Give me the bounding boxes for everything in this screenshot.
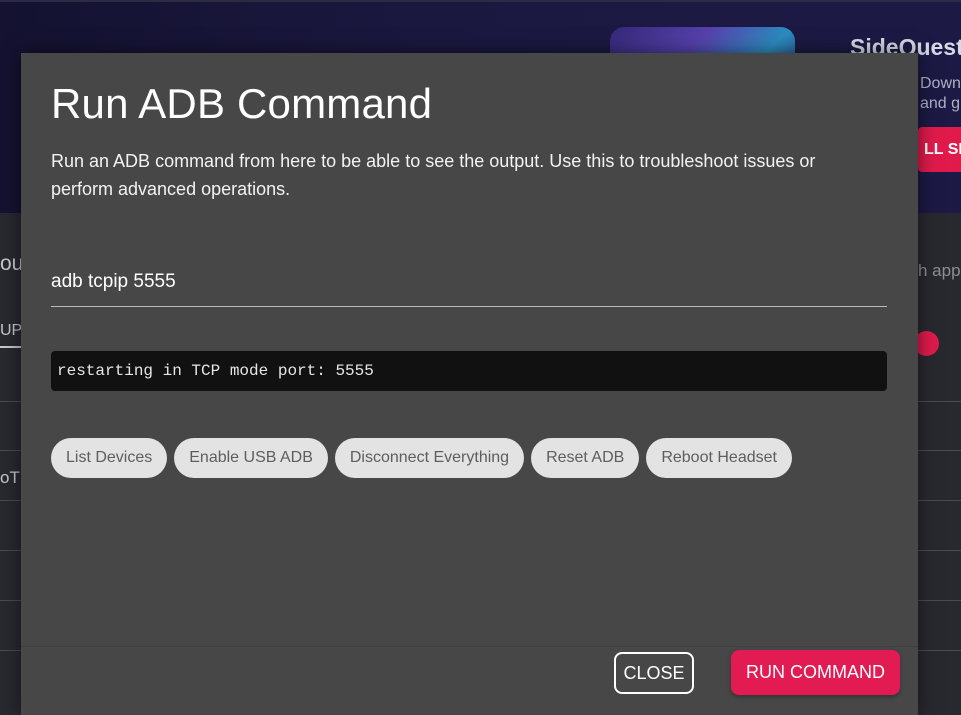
install-button[interactable]: LL SID (918, 127, 961, 172)
divider (0, 401, 22, 402)
section-heading: ou (0, 252, 24, 275)
list-devices-button[interactable]: List Devices (51, 438, 168, 478)
quick-actions: List Devices Enable USB ADB Disconnect E… (51, 438, 792, 478)
app-description: Down and g (920, 75, 961, 112)
run-adb-command-dialog: Run ADB Command Run an ADB command from … (21, 53, 918, 715)
dialog-description: Run an ADB command from here to be able … (51, 151, 816, 199)
close-button[interactable]: CLOSE (614, 652, 694, 694)
divider (0, 600, 22, 601)
divider (0, 500, 22, 501)
tab-updates[interactable]: UP (0, 322, 23, 348)
divider (918, 650, 961, 651)
divider (918, 450, 961, 451)
command-output: restarting in TCP mode port: 5555 (51, 351, 887, 391)
enable-usb-adb-button[interactable]: Enable USB ADB (174, 438, 328, 478)
run-command-button[interactable]: RUN COMMAND (731, 650, 900, 695)
divider (918, 550, 961, 551)
divider (0, 550, 22, 551)
reboot-headset-button[interactable]: Reboot Headset (646, 438, 792, 478)
divider (0, 650, 22, 651)
divider (918, 401, 961, 402)
search-input[interactable]: h app (918, 261, 961, 281)
disconnect-everything-button[interactable]: Disconnect Everything (334, 438, 525, 478)
footer-divider (21, 646, 918, 647)
divider (918, 600, 961, 601)
reset-adb-button[interactable]: Reset ADB (531, 438, 640, 478)
list-item[interactable]: oT (0, 468, 20, 488)
divider (918, 500, 961, 501)
dialog-title: Run ADB Command (51, 80, 433, 127)
divider (0, 450, 22, 451)
command-input[interactable] (51, 258, 887, 307)
